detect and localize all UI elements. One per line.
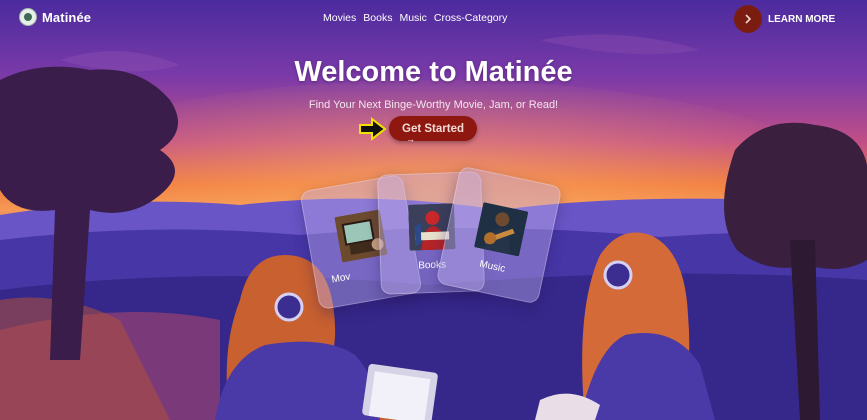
brand[interactable]: Matinée	[19, 8, 91, 26]
arrow-right-icon: →	[406, 134, 415, 144]
brand-name: Matinée	[42, 9, 92, 25]
nav-link-music[interactable]: Music	[399, 12, 426, 24]
top-navigation: Matinée Movies Books Music Cross-Categor…	[0, 0, 867, 38]
brand-logo-icon	[19, 8, 37, 26]
music-thumbnail-icon	[473, 202, 529, 257]
get-started-button[interactable]: Get Started	[389, 116, 477, 141]
pointer-arrow-icon	[359, 117, 387, 141]
hero-subtitle: Find Your Next Binge-Worthy Movie, Jam, …	[308, 99, 559, 111]
nav-link-movies[interactable]: Movies	[323, 12, 356, 24]
learn-more-button[interactable]: LEARN MORE	[734, 5, 835, 33]
nav-link-cross-category[interactable]: Cross-Category	[434, 12, 508, 24]
learn-more-label: LEARN MORE	[768, 13, 836, 25]
nav-link-books[interactable]: Books	[363, 12, 392, 24]
chevron-right-icon	[734, 5, 762, 33]
nav-links: Movies Books Music Cross-Category	[323, 12, 507, 24]
hero-title: Welcome to Matinée	[294, 56, 573, 88]
card-label-music: Music	[478, 258, 507, 275]
